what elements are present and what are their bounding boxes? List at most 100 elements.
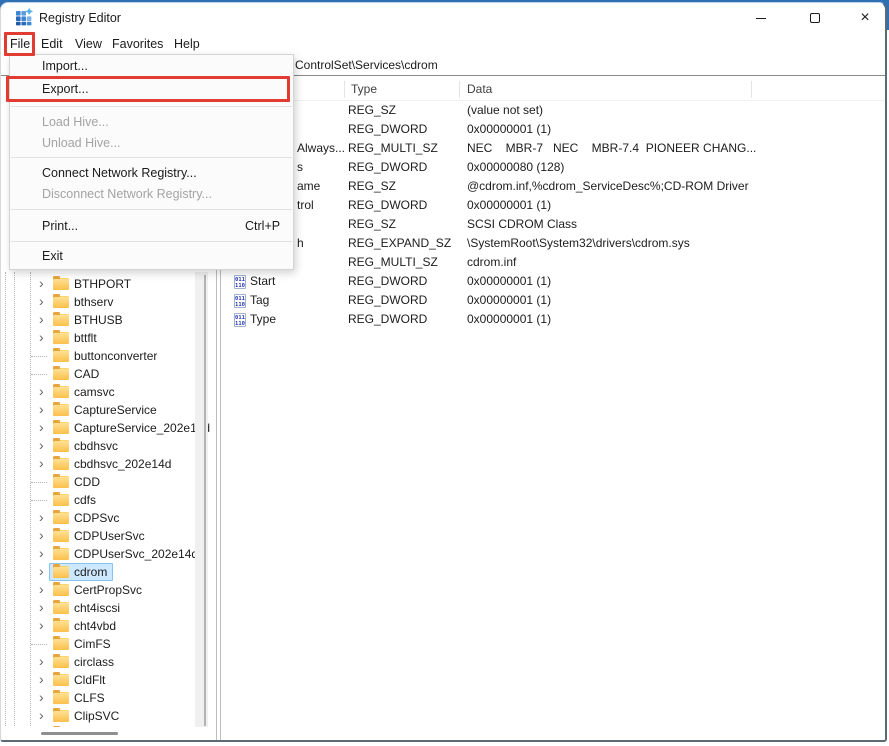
minimize-button[interactable] xyxy=(738,3,784,33)
value-row[interactable]: REG_DWORD0x00000001 (1) xyxy=(221,120,885,139)
tree-item-bttflt[interactable]: ›bttflt xyxy=(1,329,201,347)
value-row[interactable]: hREG_EXPAND_SZ\SystemRoot\System32\drive… xyxy=(221,234,885,253)
value-row[interactable]: ameREG_SZ@cdrom.inf,%cdrom_ServiceDesc%;… xyxy=(221,177,885,196)
menu-separator xyxy=(11,241,292,242)
tree-vertical-scrollbar[interactable] xyxy=(195,272,208,731)
tree-item-label: circlass xyxy=(74,654,114,670)
tree-item-cht4vbd[interactable]: ›cht4vbd xyxy=(1,617,201,635)
chevron-right-icon[interactable]: › xyxy=(39,581,44,599)
value-type: REG_DWORD xyxy=(348,272,458,291)
menu-item-unload-hive[interactable]: Unload Hive... xyxy=(10,132,293,155)
tree-horizontal-scrollbar-thumb[interactable] xyxy=(41,732,118,735)
chevron-right-icon[interactable]: › xyxy=(39,527,44,545)
tree-item-ClipSVC[interactable]: › ClipSVC xyxy=(1,707,201,725)
value-row[interactable]: REG_MULTI_SZcdrom.inf xyxy=(221,253,885,272)
value-row[interactable]: trolREG_DWORD0x00000001 (1) xyxy=(221,196,885,215)
menu-favorites[interactable]: Favorites xyxy=(109,33,166,56)
menu-edit[interactable]: Edit xyxy=(38,33,66,56)
tree-item-CldFlt[interactable]: ›CldFlt xyxy=(1,671,201,689)
tree-item-CAD[interactable]: CAD xyxy=(1,365,201,383)
chevron-right-icon[interactable]: › xyxy=(39,599,44,617)
chevron-right-icon[interactable]: › xyxy=(39,275,44,293)
tree-item-bthserv[interactable]: ›bthserv xyxy=(1,293,201,311)
chevron-right-icon[interactable]: › xyxy=(39,689,44,707)
value-type: REG_SZ xyxy=(348,215,458,234)
value-row[interactable]: TagREG_DWORD0x00000001 (1) xyxy=(221,291,885,310)
menu-item-connect-network-registry[interactable]: Connect Network Registry... xyxy=(10,162,293,185)
chevron-right-icon[interactable]: › xyxy=(39,671,44,689)
tree-item-label: CAD xyxy=(74,366,99,382)
tree-item-circlass[interactable]: › circlass xyxy=(1,653,201,671)
column-divider[interactable] xyxy=(344,81,345,98)
folder-icon xyxy=(53,332,69,344)
close-button[interactable]: × xyxy=(842,3,887,33)
tree-item-BTHUSB[interactable]: › BTHUSB xyxy=(1,311,201,329)
menu-item-exit[interactable]: Exit xyxy=(10,245,293,268)
value-row[interactable]: TypeREG_DWORD0x00000001 (1) xyxy=(221,310,885,329)
tree-item-CDPUserSvc_202e14d[interactable]: ›CDPUserSvc_202e14d xyxy=(1,545,201,563)
tree-item-label: CaptureService xyxy=(74,402,157,418)
chevron-right-icon[interactable]: › xyxy=(39,617,44,635)
value-data: 0x00000001 (1) xyxy=(467,310,879,329)
tree-item-BTHPORT[interactable]: › BTHPORT xyxy=(1,275,201,293)
chevron-right-icon[interactable]: › xyxy=(39,707,44,725)
tree-item-buttonconverter[interactable]: buttonconverter xyxy=(1,347,201,365)
tree-item-CimFS[interactable]: CimFS xyxy=(1,635,201,653)
value-row[interactable]: REG_SZSCSI CDROM Class xyxy=(221,215,885,234)
tree-item-CDD[interactable]: CDD xyxy=(1,473,201,491)
title-bar[interactable]: Registry Editor × xyxy=(1,3,885,33)
chevron-right-icon[interactable]: › xyxy=(39,293,44,311)
chevron-right-icon[interactable]: › xyxy=(39,419,44,437)
maximize-button[interactable] xyxy=(792,3,838,33)
chevron-right-icon[interactable]: › xyxy=(39,383,44,401)
column-header-data[interactable]: Data xyxy=(467,79,492,99)
chevron-right-icon[interactable]: › xyxy=(39,401,44,419)
column-header-type[interactable]: Type xyxy=(351,79,377,99)
annotation-box-export xyxy=(6,76,290,102)
tree-item-CLFS[interactable]: ›CLFS xyxy=(1,689,201,707)
chevron-right-icon[interactable]: › xyxy=(39,545,44,563)
menu-item-import[interactable]: Import... xyxy=(10,55,293,78)
chevron-right-icon[interactable]: › xyxy=(39,437,44,455)
value-row[interactable]: Always...REG_MULTI_SZNEC MBR-7 NEC MBR-7… xyxy=(221,139,885,158)
tree-item-camsvc[interactable]: ›camsvc xyxy=(1,383,201,401)
close-icon: × xyxy=(860,10,869,26)
tree-item-CDPSvc[interactable]: › CDPSvc xyxy=(1,509,201,527)
menu-item-print[interactable]: Print...Ctrl+P xyxy=(10,215,293,238)
menu-separator xyxy=(11,106,292,107)
tree-item-cbdhsvc_202e14d[interactable]: ›cbdhsvc_202e14d xyxy=(1,455,201,473)
tree-item-label: BTHPORT xyxy=(74,276,131,292)
chevron-right-icon[interactable]: › xyxy=(39,563,44,581)
tree-item-label: ClipSVC xyxy=(74,708,119,724)
tree-item-label: BTHUSB xyxy=(74,312,123,328)
tree-item-CDPUserSvc[interactable]: ›CDPUserSvc xyxy=(1,527,201,545)
menu-view[interactable]: View xyxy=(72,33,105,56)
value-row[interactable]: StartREG_DWORD0x00000001 (1) xyxy=(221,272,885,291)
registry-editor-window: Registry Editor × File Edit View Favorit… xyxy=(0,2,887,742)
column-divider[interactable] xyxy=(459,81,460,98)
column-divider[interactable] xyxy=(751,81,752,98)
menu-help[interactable]: Help xyxy=(171,33,203,56)
tree-horizontal-scrollbar[interactable] xyxy=(1,727,208,740)
value-row[interactable]: REG_SZ(value not set) xyxy=(221,101,885,120)
tree-item-label: CDPSvc xyxy=(74,510,119,526)
chevron-right-icon[interactable]: › xyxy=(39,329,44,347)
tree-item-label: CaptureService_202e14d xyxy=(74,420,210,436)
chevron-right-icon[interactable]: › xyxy=(39,455,44,473)
tree-item-CertPropSvc[interactable]: ›CertPropSvc xyxy=(1,581,201,599)
value-row[interactable]: sREG_DWORD0x00000080 (128) xyxy=(221,158,885,177)
menu-item-load-hive[interactable]: Load Hive... xyxy=(10,111,293,134)
chevron-right-icon[interactable]: › xyxy=(39,311,44,329)
tree-item-CaptureService[interactable]: › CaptureService xyxy=(1,401,201,419)
reg-dword-icon xyxy=(234,294,246,308)
chevron-right-icon[interactable]: › xyxy=(39,653,44,671)
tree-vertical-scrollbar-thumb[interactable] xyxy=(204,275,206,726)
tree-item-cht4iscsi[interactable]: ›cht4iscsi xyxy=(1,599,201,617)
menu-item-disconnect-network-registry[interactable]: Disconnect Network Registry... xyxy=(10,183,293,206)
tree-item-cdrom[interactable]: ›cdrom xyxy=(1,563,201,581)
tree-item-CaptureService_202e14d[interactable]: ›CaptureService_202e14d xyxy=(1,419,201,437)
folder-icon xyxy=(53,296,69,308)
tree-item-cbdhsvc[interactable]: ›cbdhsvc xyxy=(1,437,201,455)
tree-item-cdfs[interactable]: cdfs xyxy=(1,491,201,509)
chevron-right-icon[interactable]: › xyxy=(39,509,44,527)
